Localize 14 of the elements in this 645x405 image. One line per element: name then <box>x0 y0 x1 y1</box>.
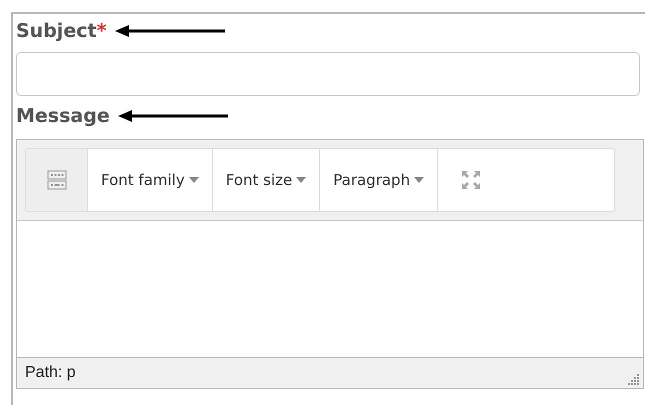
path-label: Path: p <box>25 364 76 382</box>
resize-grip-icon[interactable] <box>627 374 639 386</box>
subject-label: Subject <box>16 20 97 42</box>
message-label: Message <box>16 105 110 127</box>
caret-icon <box>188 177 199 183</box>
fullscreen-icon <box>462 171 480 189</box>
arrow-icon <box>118 110 228 122</box>
toolbar-toggle-button[interactable] <box>26 149 88 211</box>
subject-input-field[interactable] <box>16 52 640 96</box>
arrow-icon <box>114 25 224 37</box>
keyboard-icon <box>46 170 66 190</box>
required-mark: * <box>96 20 106 42</box>
caret-icon <box>414 177 424 183</box>
caret-icon <box>296 177 306 183</box>
